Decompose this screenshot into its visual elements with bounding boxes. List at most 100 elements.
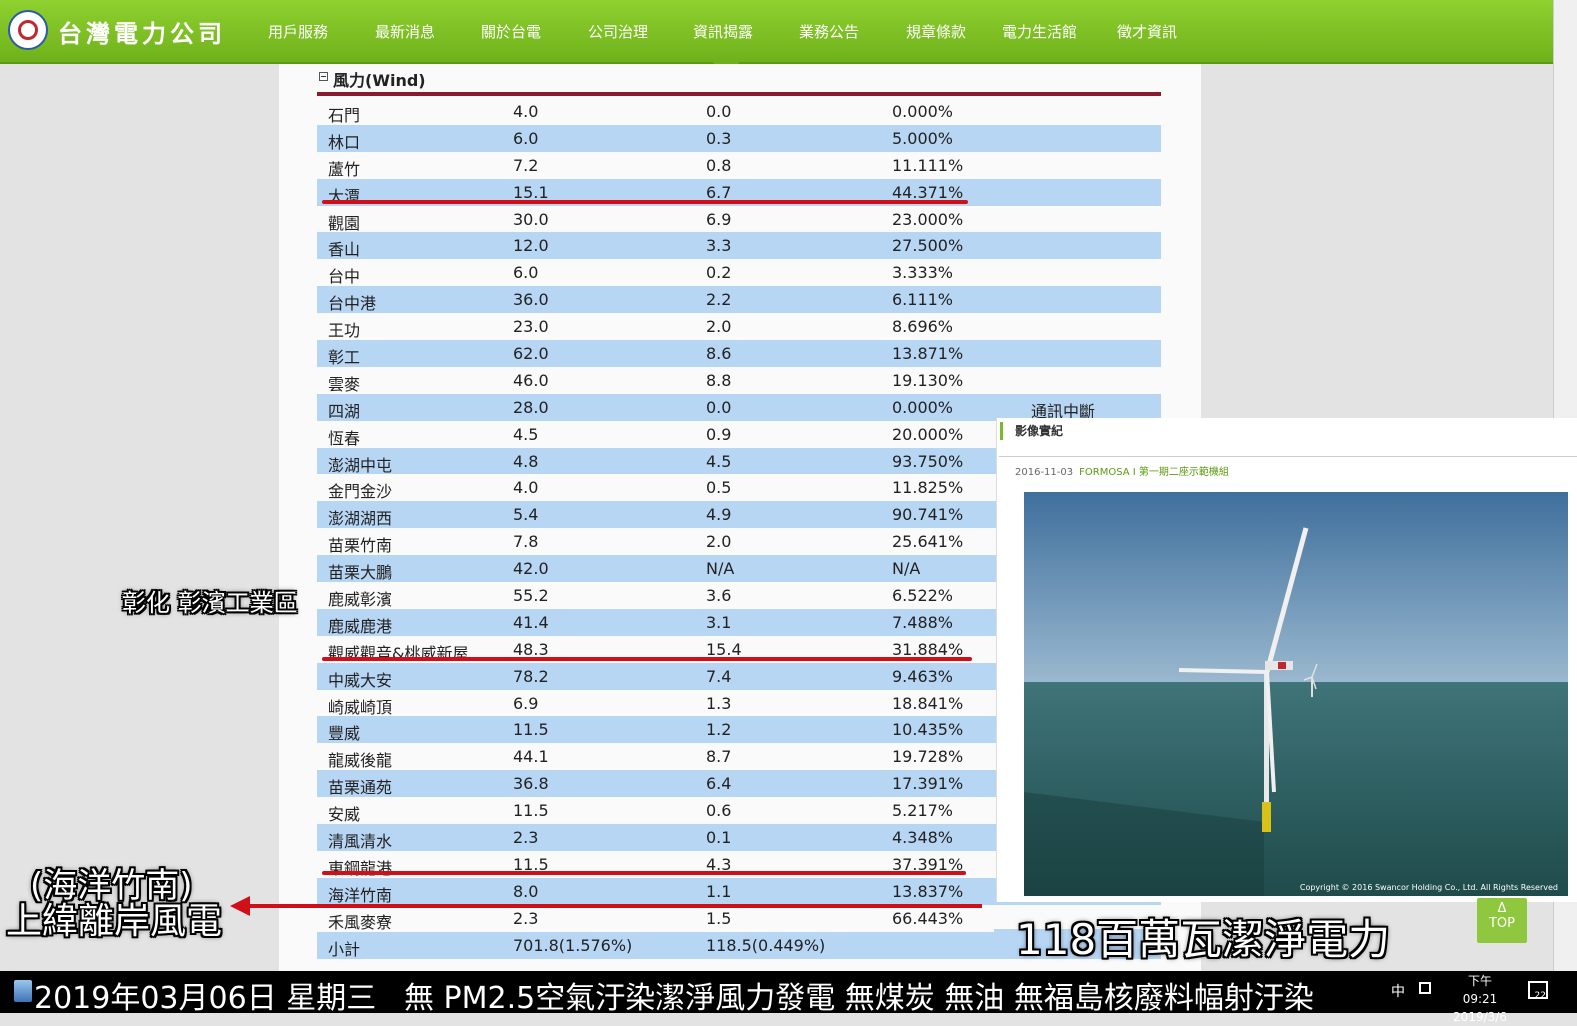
capacity-cell: 30.0 bbox=[513, 209, 549, 229]
capacity-cell: 12.0 bbox=[513, 236, 549, 256]
output-cell: 0.6 bbox=[706, 801, 732, 821]
tray-window-icon[interactable] bbox=[1419, 982, 1431, 994]
nav-disclosure[interactable]: 資訊揭露 bbox=[693, 21, 753, 42]
capacity-cell: 8.0 bbox=[513, 881, 539, 901]
station-name-cell: 澎湖湖西 bbox=[328, 509, 393, 529]
ratio-cell: 19.130% bbox=[892, 370, 964, 390]
capacity-cell: 6.0 bbox=[513, 128, 539, 148]
nav-announcements[interactable]: 業務公告 bbox=[799, 21, 859, 42]
table-row: 林口 6.0 0.3 5.000% bbox=[317, 124, 1161, 152]
caption-date: 2019年03月06日 星期三 bbox=[34, 981, 377, 1016]
station-name-cell: 王功 bbox=[328, 321, 361, 341]
ratio-cell: 17.391% bbox=[892, 774, 964, 794]
photo-record-panel: 影像實紀 2016-11-03 FORMOSA I 第一期二座示範機組 Copy… bbox=[996, 418, 1577, 902]
station-name-cell: 林口 bbox=[328, 132, 361, 152]
station-name-cell: 蘆竹 bbox=[328, 159, 361, 179]
station-name-cell: 清風清水 bbox=[328, 832, 393, 852]
capacity-cell: 4.0 bbox=[513, 102, 539, 121]
collapse-icon[interactable] bbox=[319, 72, 328, 81]
ratio-cell: 6.522% bbox=[892, 586, 954, 606]
output-cell: 0.9 bbox=[706, 424, 732, 444]
capacity-cell: 23.0 bbox=[513, 317, 549, 337]
wind-turbine-photo[interactable]: Copyright © 2016 Swancor Holding Co., Lt… bbox=[1024, 492, 1568, 896]
site-header: 台灣電力公司 用戶服務 最新消息 關於台電 公司治理 資訊揭露 業務公告 規章條… bbox=[0, 0, 1553, 64]
station-name-cell: 觀園 bbox=[328, 213, 361, 233]
clock-date: 2019/3/6 bbox=[1453, 1010, 1507, 1024]
capacity-cell: 2.3 bbox=[513, 828, 539, 848]
station-name-cell: 崎威崎頂 bbox=[328, 697, 393, 717]
station-name-cell: 中威大安 bbox=[328, 670, 393, 690]
photo-title-link[interactable]: FORMOSA I 第一期二座示範機組 bbox=[1079, 467, 1229, 478]
panel-heading: 影像實紀 bbox=[1015, 424, 1064, 438]
section-title: 風力(Wind) bbox=[333, 71, 426, 90]
ratio-cell: 31.884% bbox=[892, 639, 964, 659]
station-name-cell: 香山 bbox=[328, 240, 361, 260]
station-name-cell: 海洋竹南 bbox=[328, 885, 393, 905]
capacity-cell: 36.8 bbox=[513, 774, 549, 794]
panel-divider bbox=[999, 456, 1577, 457]
ratio-cell: 0.000% bbox=[892, 397, 954, 417]
ratio-cell: 25.641% bbox=[892, 532, 964, 552]
app-icon[interactable] bbox=[14, 980, 32, 1002]
station-name-cell: 雲麥 bbox=[328, 374, 361, 394]
capacity-cell: 48.3 bbox=[513, 639, 549, 659]
table-row: 觀園 30.0 6.9 23.000% bbox=[317, 206, 1161, 233]
nav-latest-news[interactable]: 最新消息 bbox=[375, 21, 435, 42]
station-name-cell: 鹿威鹿港 bbox=[328, 616, 393, 636]
output-cell: 1.1 bbox=[706, 881, 732, 901]
ratio-cell: 7.488% bbox=[892, 612, 954, 632]
table-row: 王功 23.0 2.0 8.696% bbox=[317, 313, 1161, 340]
ime-indicator[interactable]: 中 bbox=[1391, 981, 1405, 1001]
nav-regulations[interactable]: 規章條款 bbox=[906, 21, 966, 42]
nav-governance[interactable]: 公司治理 bbox=[588, 21, 648, 42]
output-cell: 6.4 bbox=[706, 774, 732, 794]
back-to-top-button[interactable]: Δ TOP bbox=[1477, 898, 1527, 943]
table-row: 四湖 28.0 0.0 0.000% 通訊中斷 bbox=[317, 393, 1161, 421]
up-arrow-icon: Δ bbox=[1497, 901, 1507, 916]
station-name-cell: 龍威後龍 bbox=[328, 751, 393, 771]
table-row: 雲麥 46.0 8.8 19.130% bbox=[317, 367, 1161, 394]
notification-icon[interactable]: 22 bbox=[1528, 981, 1548, 1001]
output-cell: N/A bbox=[706, 559, 735, 579]
table-row: 台中港 36.0 2.2 6.111% bbox=[317, 286, 1161, 313]
capacity-cell: 2.3 bbox=[513, 908, 539, 928]
output-cell: 8.8 bbox=[706, 370, 732, 390]
ratio-cell: 5.217% bbox=[892, 801, 954, 821]
nav-user-services[interactable]: 用戶服務 bbox=[268, 21, 328, 42]
offshore-turbine-image bbox=[1024, 492, 1568, 896]
output-cell: 4.5 bbox=[706, 451, 732, 471]
capacity-cell: 41.4 bbox=[513, 612, 549, 632]
nav-about[interactable]: 關於台電 bbox=[481, 21, 541, 42]
ratio-cell: 44.371% bbox=[892, 182, 964, 202]
ratio-cell: 13.871% bbox=[892, 344, 964, 364]
station-name-cell: 豐威 bbox=[328, 724, 361, 744]
capacity-cell: 4.0 bbox=[513, 478, 539, 498]
section-divider bbox=[317, 92, 1161, 96]
output-cell: 8.7 bbox=[706, 747, 732, 767]
table-row: 石門 4.0 0.0 0.000% bbox=[317, 98, 1161, 125]
capacity-cell: 42.0 bbox=[513, 559, 549, 579]
station-name-cell: 苗栗通苑 bbox=[328, 778, 393, 798]
tray-clock[interactable]: 下午 09:21 2019/3/6 bbox=[1449, 972, 1511, 1026]
ratio-cell: 5.000% bbox=[892, 128, 954, 148]
nav-careers[interactable]: 徵才資訊 bbox=[1117, 21, 1177, 42]
nav-power-life[interactable]: 電力生活館 bbox=[1002, 21, 1077, 42]
capacity-cell: 11.5 bbox=[513, 720, 549, 740]
ratio-cell: 66.443% bbox=[892, 908, 964, 928]
output-cell: 0.1 bbox=[706, 828, 732, 848]
output-cell: 0.0 bbox=[706, 397, 732, 417]
output-cell: 2.0 bbox=[706, 532, 732, 552]
wind-section-header[interactable]: 風力(Wind) bbox=[317, 66, 1161, 92]
output-cell: 6.9 bbox=[706, 209, 732, 229]
taipower-logo-icon[interactable] bbox=[8, 10, 48, 50]
output-cell: 0.5 bbox=[706, 478, 732, 498]
station-name-cell: 石門 bbox=[328, 106, 361, 125]
station-name-cell: 彰工 bbox=[328, 348, 361, 368]
output-cell: 3.6 bbox=[706, 586, 732, 606]
site-logo-text[interactable]: 台灣電力公司 bbox=[58, 14, 226, 49]
station-name-cell: 金門金沙 bbox=[328, 482, 393, 502]
capacity-cell: 6.0 bbox=[513, 263, 539, 283]
ratio-cell: 4.348% bbox=[892, 828, 954, 848]
output-cell: 1.5 bbox=[706, 908, 732, 928]
capacity-cell: 78.2 bbox=[513, 666, 549, 686]
